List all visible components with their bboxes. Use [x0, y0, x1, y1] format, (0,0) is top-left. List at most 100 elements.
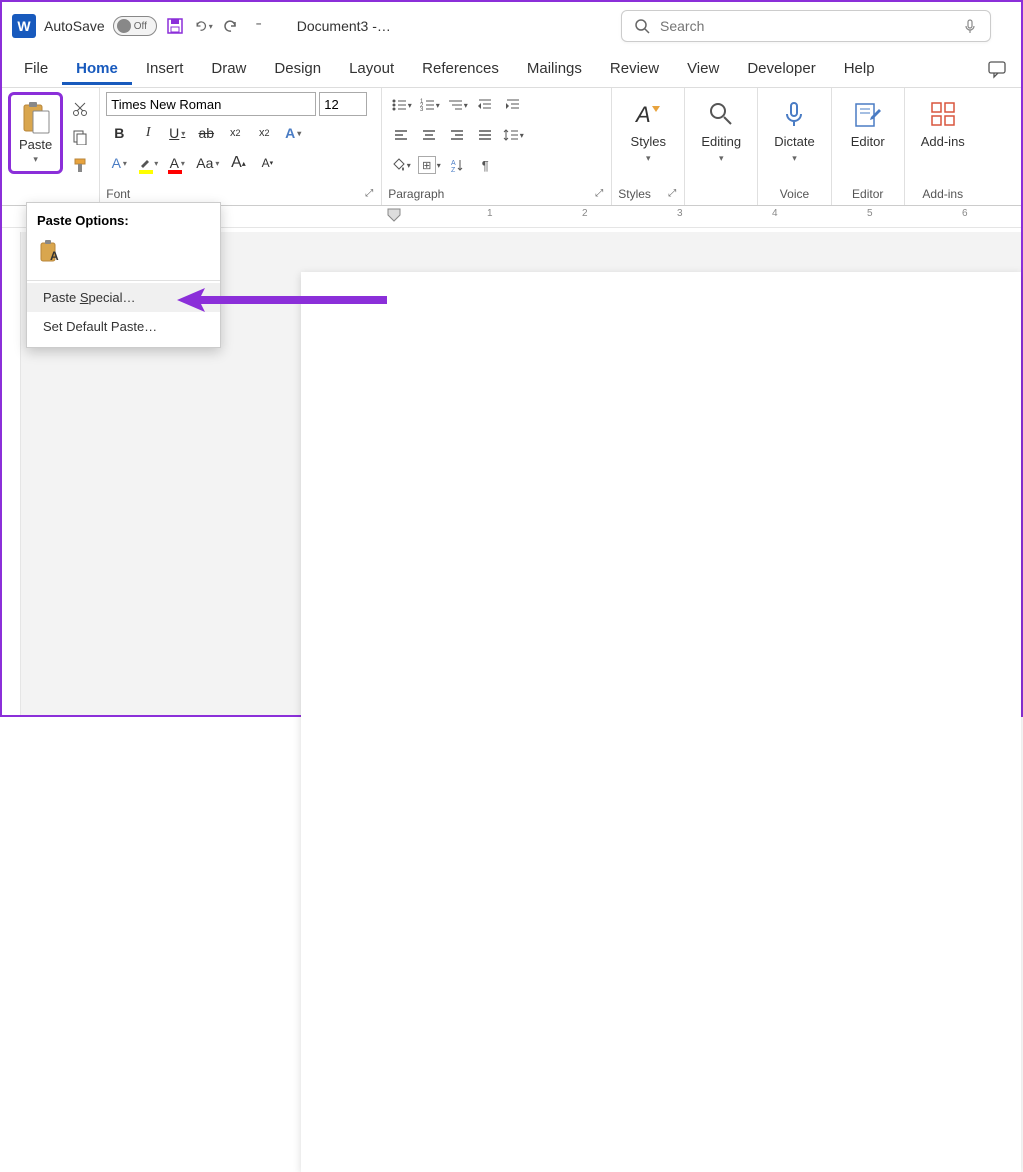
numbering-button[interactable]: 123▾ — [416, 92, 442, 118]
font-color2-button[interactable]: A▾ — [106, 150, 132, 176]
shrink-font-button[interactable]: A▾ — [254, 150, 280, 176]
ruler-indent-marker[interactable] — [387, 208, 401, 224]
search-input[interactable] — [660, 18, 952, 34]
tab-developer[interactable]: Developer — [733, 52, 829, 85]
align-right-button[interactable] — [444, 122, 470, 148]
editing-label: Editing — [701, 134, 741, 149]
show-marks-button[interactable]: ¶ — [472, 152, 498, 178]
editor-label: Editor — [851, 134, 885, 149]
tab-home[interactable]: Home — [62, 52, 132, 85]
tab-design[interactable]: Design — [260, 52, 335, 85]
underline-button[interactable]: U▾ — [164, 120, 190, 146]
addins-group: Add-ins Add-ins — [905, 88, 981, 205]
tab-view[interactable]: View — [673, 52, 733, 85]
word-app-icon: W — [12, 14, 36, 38]
vertical-ruler[interactable] — [2, 232, 21, 715]
save-icon[interactable] — [165, 16, 185, 36]
paste-option-keep-text-icon[interactable]: A — [37, 238, 65, 266]
title-bar: W AutoSave Off ▾ ⁼ Document3 -… — [2, 2, 1021, 50]
toggle-state-text: Off — [134, 21, 147, 32]
tab-file[interactable]: File — [10, 52, 62, 85]
addins-button[interactable]: Add-ins — [911, 92, 975, 155]
change-case-button[interactable]: Aa▾ — [193, 150, 222, 176]
increase-indent-button[interactable] — [500, 92, 526, 118]
tab-layout[interactable]: Layout — [335, 52, 408, 85]
svg-text:A: A — [634, 102, 651, 127]
format-painter-button[interactable] — [69, 154, 91, 176]
editing-group: Editing ▾ — [685, 88, 758, 205]
paste-special-menu-item[interactable]: Paste Special… — [27, 283, 220, 312]
highlight-button[interactable]: ▾ — [135, 150, 161, 176]
font-name-select[interactable] — [106, 92, 316, 116]
paragraph-dialog-launcher[interactable]: ⤢ — [593, 186, 605, 201]
align-left-button[interactable] — [388, 122, 414, 148]
search-box[interactable] — [621, 10, 991, 42]
editor-icon — [852, 98, 884, 130]
paste-button-highlight: Paste ▾ — [8, 92, 63, 174]
undo-icon[interactable]: ▾ — [193, 16, 213, 36]
bullets-button[interactable]: ▾ — [388, 92, 414, 118]
multilevel-list-button[interactable]: ▾ — [444, 92, 470, 118]
align-center-button[interactable] — [416, 122, 442, 148]
bold-button[interactable]: B — [106, 120, 132, 146]
paste-dropdown-menu: Paste Options: A Paste Special… Set Defa… — [26, 202, 221, 348]
find-icon — [705, 98, 737, 130]
search-icon — [634, 18, 650, 34]
sort-button[interactable]: AZ — [444, 152, 470, 178]
subscript-button[interactable]: x2 — [222, 120, 248, 146]
addins-icon — [927, 98, 959, 130]
superscript-button[interactable]: x2 — [251, 120, 277, 146]
tab-insert[interactable]: Insert — [132, 52, 198, 85]
editor-button[interactable]: Editor — [838, 92, 898, 155]
ruler-tick: 4 — [772, 208, 778, 219]
styles-label: Styles — [631, 134, 666, 149]
decrease-indent-button[interactable] — [472, 92, 498, 118]
italic-button[interactable]: I — [135, 120, 161, 146]
redo-icon[interactable] — [221, 16, 241, 36]
font-size-select[interactable] — [319, 92, 367, 116]
tab-mailings[interactable]: Mailings — [513, 52, 596, 85]
tab-draw[interactable]: Draw — [197, 52, 260, 85]
editing-button[interactable]: Editing ▾ — [691, 92, 751, 170]
justify-button[interactable] — [472, 122, 498, 148]
qat-customize-icon[interactable]: ⁼ — [249, 16, 269, 36]
ribbon: Paste ▾ B I U▾ ab — [2, 88, 1021, 206]
paragraph-group-label: Paragraph — [388, 187, 444, 201]
line-spacing-button[interactable]: ▾ — [500, 122, 526, 148]
mic-icon[interactable] — [962, 18, 978, 34]
strikethrough-button[interactable]: ab — [193, 120, 219, 146]
styles-button[interactable]: A Styles ▾ — [618, 92, 678, 170]
comments-icon[interactable] — [981, 53, 1013, 85]
addins-group-label: Add-ins — [911, 185, 975, 203]
ruler-tick: 6 — [962, 208, 968, 219]
voice-group: Dictate ▾ Voice — [758, 88, 831, 205]
ruler-tick: 5 — [867, 208, 873, 219]
grow-font-button[interactable]: A▴ — [225, 150, 251, 176]
set-default-paste-menu-item[interactable]: Set Default Paste… — [27, 312, 220, 341]
autosave-toggle[interactable]: Off — [113, 16, 157, 36]
tab-references[interactable]: References — [408, 52, 513, 85]
ribbon-tabs: File Home Insert Draw Design Layout Refe… — [2, 50, 1021, 88]
font-group: B I U▾ ab x2 x2 A▾ A▾ ▾ A▾ Aa▾ A▴ A▾ — [100, 88, 382, 205]
ruler-tick: 2 — [582, 208, 588, 219]
chevron-down-icon: ▾ — [719, 153, 724, 164]
cut-button[interactable] — [69, 98, 91, 120]
shading-button[interactable]: ▾ — [388, 152, 414, 178]
dictate-label: Dictate — [774, 134, 814, 149]
paste-button[interactable]: Paste ▾ — [13, 97, 58, 169]
dictate-button[interactable]: Dictate ▾ — [764, 92, 824, 170]
borders-button[interactable]: ⊞▾ — [416, 152, 442, 178]
font-color-button[interactable]: A▾ — [164, 150, 190, 176]
svg-text:Z: Z — [451, 167, 456, 172]
tab-review[interactable]: Review — [596, 52, 673, 85]
font-dialog-launcher[interactable]: ⤢ — [363, 186, 375, 201]
document-page[interactable] — [301, 272, 1021, 1172]
addins-label: Add-ins — [921, 134, 965, 149]
svg-text:3: 3 — [420, 107, 424, 113]
autosave-label: AutoSave — [44, 18, 105, 34]
chevron-down-icon: ▾ — [646, 153, 651, 164]
styles-dialog-launcher[interactable]: ⤢ — [666, 186, 678, 201]
copy-button[interactable] — [69, 126, 91, 148]
tab-help[interactable]: Help — [830, 52, 889, 85]
text-effects-button[interactable]: A▾ — [280, 120, 306, 146]
